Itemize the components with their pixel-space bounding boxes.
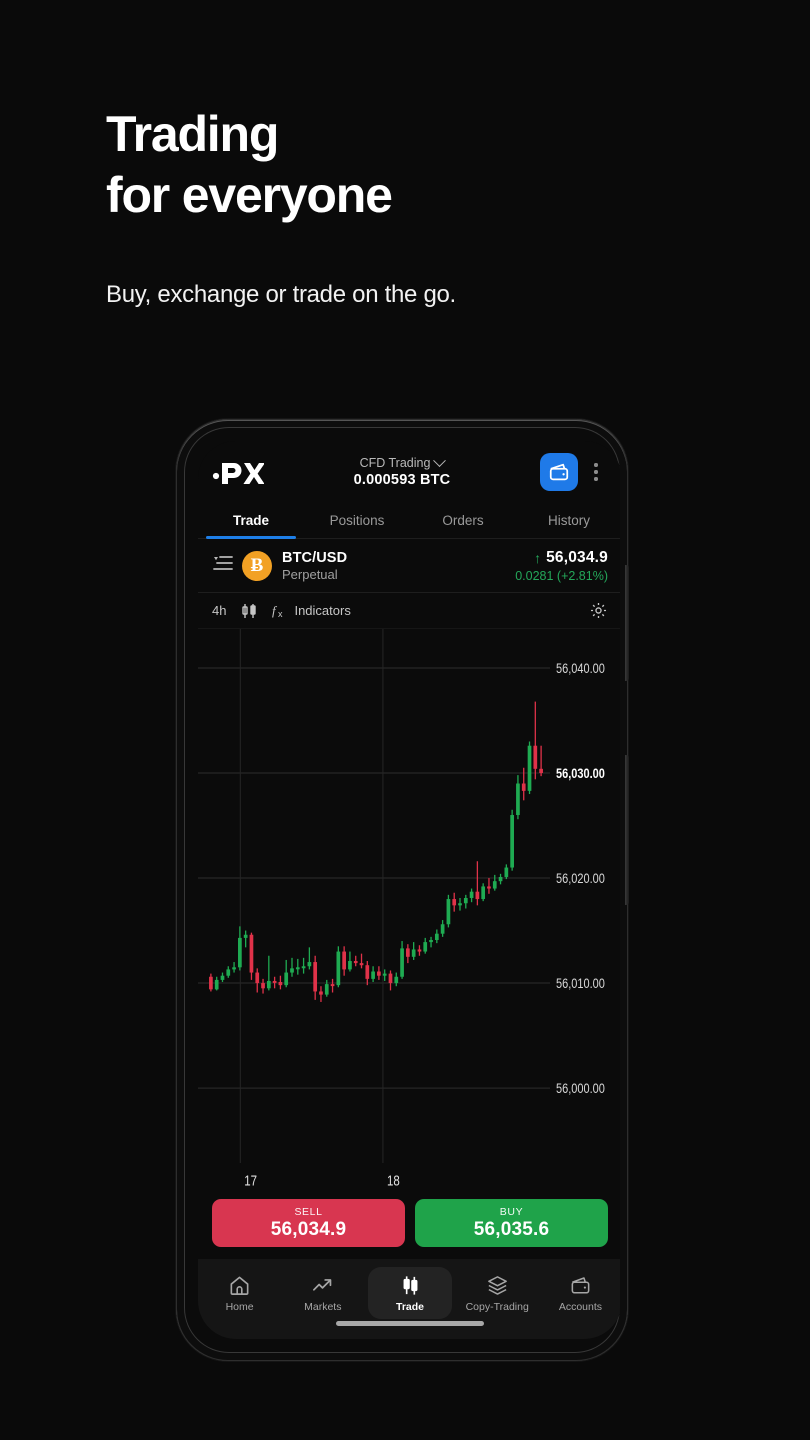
phone-mockup: CFD Trading 0.000593 BTC Trade Positions… <box>176 419 629 1361</box>
account-type-label: CFD Trading <box>359 456 431 470</box>
px-logo <box>212 459 268 485</box>
app-tabs: Trade Positions Orders History <box>198 503 620 539</box>
indicators-label: Indicators <box>294 603 351 618</box>
svg-text:56,020.00: 56,020.00 <box>556 871 605 886</box>
account-selector[interactable]: CFD Trading 0.000593 BTC <box>264 453 540 488</box>
svg-text:56,000.00: 56,000.00 <box>556 1081 605 1096</box>
chevron-down-icon <box>433 453 447 467</box>
instrument-price: 56,034.9 <box>546 548 608 566</box>
phone-volume-button <box>625 565 629 681</box>
candlestick-icon <box>403 1276 417 1295</box>
nav-item-markets[interactable]: Markets <box>281 1267 364 1319</box>
svg-text:x: x <box>278 609 283 619</box>
wallet-button[interactable] <box>540 453 578 491</box>
home-icon <box>230 1276 249 1295</box>
tab-trade[interactable]: Trade <box>198 503 304 539</box>
sell-price: 56,034.9 <box>270 1218 347 1240</box>
svg-text:56,030.00: 56,030.00 <box>556 766 605 781</box>
svg-text:56,010.00: 56,010.00 <box>556 976 605 991</box>
nav-label-trade: Trade <box>396 1301 425 1313</box>
order-buttons: SELL 56,034.9 BUY 56,035.6 <box>198 1193 620 1259</box>
nav-label-copy-trading: Copy-Trading <box>465 1301 529 1313</box>
chart-type-button[interactable] <box>240 602 258 620</box>
svg-text:56,040.00: 56,040.00 <box>556 661 605 676</box>
nav-label-markets: Markets <box>304 1301 342 1313</box>
candlestick-chart: 56,000.00 56,010.00 56,020.00 56,030.00 56,0… <box>198 629 605 1189</box>
account-balance: 0.000593 BTC <box>353 472 451 488</box>
wallet-icon <box>571 1277 590 1294</box>
buy-label: BUY <box>499 1205 524 1218</box>
app-screen: CFD Trading 0.000593 BTC Trade Positions… <box>198 441 620 1339</box>
svg-text:18: 18 <box>387 1172 400 1189</box>
tab-trade-label: Trade <box>232 513 270 528</box>
price-chart[interactable]: 56,000.00 56,010.00 56,020.00 56,030.00 56,0… <box>198 629 620 1193</box>
bottom-navigation: Home Markets Trade Copy-Trading Accounts <box>198 1259 620 1339</box>
instrument-row[interactable]: Ƀ BTC/USD Perpetual ↑ 56,034.9 0.0281 (+… <box>198 539 620 593</box>
function-fx-icon: f x <box>272 603 283 619</box>
nav-item-copy-trading[interactable]: Copy-Trading <box>456 1267 539 1319</box>
svg-text:17: 17 <box>244 1172 257 1189</box>
tab-positions-label: Positions <box>329 513 385 528</box>
instrument-price-block: ↑ 56,034.9 0.0281 (+2.81%) <box>515 549 608 583</box>
page-subheadline: Buy, exchange or trade on the go. <box>106 281 456 308</box>
timeframe-button[interactable]: 4h <box>212 603 226 618</box>
sell-button[interactable]: SELL 56,034.9 <box>212 1199 405 1247</box>
instrument-change: 0.0281 (+2.81%) <box>515 568 608 583</box>
buy-button[interactable]: BUY 56,035.6 <box>415 1199 608 1247</box>
bitcoin-icon: Ƀ <box>242 550 272 581</box>
trend-up-icon <box>313 1279 332 1291</box>
nav-item-trade[interactable]: Trade <box>368 1267 452 1319</box>
buy-price: 56,035.6 <box>473 1218 550 1240</box>
app-header: CFD Trading 0.000593 BTC <box>198 441 620 503</box>
nav-item-home[interactable]: Home <box>198 1267 281 1319</box>
nav-label-home: Home <box>225 1301 254 1313</box>
layers-icon <box>487 1276 507 1295</box>
phone-power-button <box>625 755 629 905</box>
indicators-button[interactable]: f x Indicators <box>272 602 350 619</box>
page-headline: Trading for everyone <box>106 106 393 223</box>
instrument-symbol: BTC/USD <box>282 549 348 566</box>
account-type-row[interactable]: CFD Trading <box>359 453 447 470</box>
filter-list-icon[interactable] <box>212 554 238 577</box>
tab-orders[interactable]: Orders <box>410 503 516 538</box>
home-indicator-bar <box>336 1321 484 1326</box>
phone-screen-bezel: CFD Trading 0.000593 BTC Trade Positions… <box>184 427 620 1353</box>
arrow-up-icon: ↑ <box>534 549 542 566</box>
nav-label-accounts: Accounts <box>558 1301 603 1313</box>
instrument-name: BTC/USD Perpetual <box>282 550 515 582</box>
bitcoin-glyph: Ƀ <box>250 554 264 576</box>
tab-positions[interactable]: Positions <box>304 503 410 538</box>
promo-page: Trading for everyone Buy, exchange or tr… <box>0 0 810 1440</box>
nav-item-accounts[interactable]: Accounts <box>539 1267 620 1319</box>
chart-toolbar: 4h f x Indicators <box>198 593 620 629</box>
kebab-menu-icon[interactable] <box>584 463 608 481</box>
chart-settings-button[interactable] <box>589 601 608 620</box>
instrument-contract: Perpetual <box>282 566 338 582</box>
tab-history-label: History <box>547 513 590 528</box>
sell-label: SELL <box>294 1205 323 1218</box>
tab-orders-label: Orders <box>442 513 484 528</box>
timeframe-label: 4h <box>212 603 227 618</box>
tab-history[interactable]: History <box>516 503 620 538</box>
